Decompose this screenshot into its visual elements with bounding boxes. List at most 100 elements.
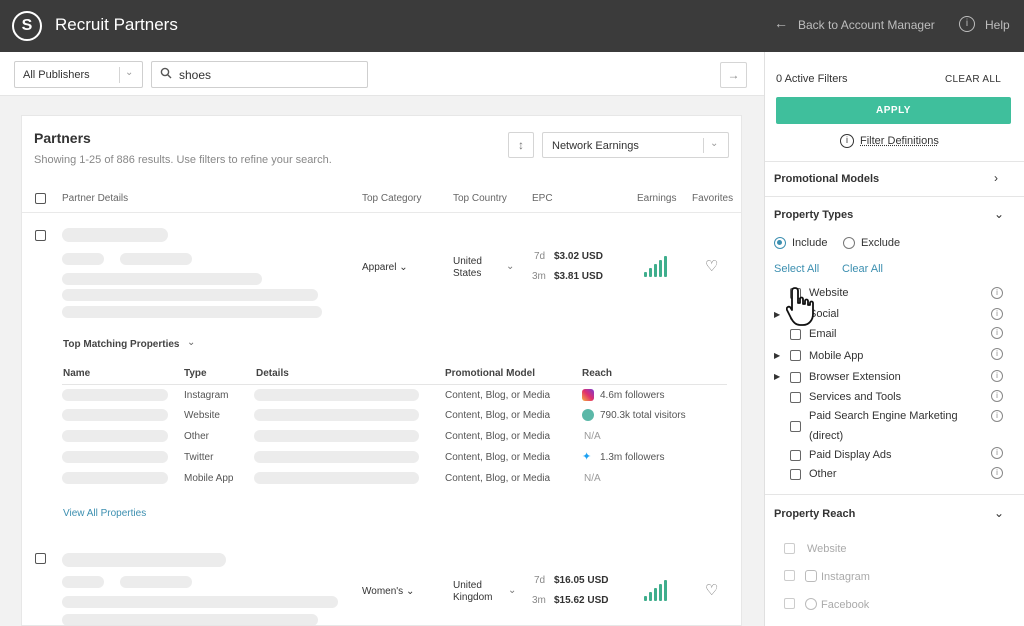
property-reach: N/A (584, 431, 601, 442)
include-radio[interactable] (774, 237, 786, 249)
info-icon[interactable]: i (991, 370, 1003, 382)
info-icon[interactable]: i (991, 327, 1003, 339)
top-category-value: Apparel (362, 262, 397, 273)
browser-extension-checkbox[interactable] (790, 372, 801, 383)
partner-meta-placeholder (62, 253, 104, 265)
col-top-category[interactable]: Top Category (362, 193, 421, 204)
info-icon[interactable]: i (991, 447, 1003, 459)
reach-label: Instagram (821, 571, 870, 583)
info-icon[interactable]: i (991, 467, 1003, 479)
filter-definitions-link[interactable]: Filter Definitions (860, 135, 939, 147)
favorite-heart-icon[interactable]: ♡ (705, 257, 718, 275)
col-top-country[interactable]: Top Country (453, 193, 507, 204)
property-reach-section[interactable]: Property Reach (774, 508, 855, 520)
top-category[interactable]: Women's ⌄ (362, 586, 414, 597)
reach-instagram-checkbox[interactable] (784, 570, 795, 581)
search-input[interactable] (179, 66, 359, 84)
info-icon[interactable]: i (991, 410, 1003, 422)
include-label: Include (792, 237, 828, 249)
earnings-bars-icon (644, 255, 674, 277)
chevron-down-icon: ⌄ (710, 138, 719, 149)
view-all-properties-link[interactable]: View All Properties (63, 508, 146, 519)
info-icon[interactable]: i (991, 287, 1003, 299)
select-divider (703, 138, 704, 153)
property-type-label: Other (809, 468, 837, 480)
section-divider (765, 161, 1024, 162)
reach-facebook-checkbox[interactable] (784, 598, 795, 609)
property-details-placeholder (254, 409, 419, 421)
clear-all-link[interactable]: Clear All (842, 263, 883, 275)
help-icon[interactable]: i (959, 16, 975, 32)
property-details-placeholder (254, 389, 419, 401)
search-go-button[interactable]: → (720, 62, 747, 88)
epc-7d-value: $3.02 USD (554, 251, 603, 262)
subcol-name: Name (63, 368, 91, 379)
results-summary: Showing 1-25 of 886 results. Use filters… (34, 154, 332, 166)
col-earnings[interactable]: Earnings (637, 193, 676, 204)
top-matching-title[interactable]: Top Matching Properties (63, 339, 180, 350)
active-filters-count: 0 Active Filters (776, 73, 848, 85)
top-category[interactable]: Apparel ⌄ (362, 262, 408, 273)
expand-arrow-icon[interactable]: ▶ (774, 351, 780, 360)
property-name-placeholder (62, 389, 168, 401)
other-checkbox[interactable] (790, 469, 801, 480)
property-types-section[interactable]: Property Types (774, 209, 853, 221)
back-to-account-manager-link[interactable]: Back to Account Manager (798, 18, 935, 32)
logo-icon: S (12, 11, 42, 41)
services-tools-checkbox[interactable] (790, 392, 801, 403)
expand-arrow-icon[interactable]: ▶ (774, 310, 780, 319)
reach-website-checkbox[interactable] (784, 543, 795, 554)
paid-display-checkbox[interactable] (790, 450, 801, 461)
info-icon[interactable]: i (991, 308, 1003, 320)
chevron-down-icon[interactable]: ⌄ (994, 207, 1004, 221)
subheader-divider (62, 384, 727, 385)
paid-search-checkbox[interactable] (790, 421, 801, 432)
earnings-bars-icon (644, 579, 674, 601)
select-divider (119, 67, 120, 83)
property-type: Other (184, 431, 210, 442)
subcol-reach: Reach (582, 368, 613, 379)
col-epc[interactable]: EPC (532, 193, 553, 204)
chevron-down-icon[interactable]: ⌄ (187, 337, 195, 348)
info-icon[interactable]: i (991, 348, 1003, 360)
info-icon[interactable]: i (991, 390, 1003, 402)
col-partner-details[interactable]: Partner Details (62, 193, 128, 204)
promotional-models-section[interactable]: Promotional Models (774, 173, 879, 185)
property-model: Content, Blog, or Media (445, 410, 551, 421)
search-box[interactable] (151, 61, 368, 88)
subcol-type: Type (184, 368, 207, 379)
chevron-down-icon[interactable]: ⌄ (506, 261, 514, 272)
property-model: Content, Blog, or Media (445, 390, 551, 401)
apply-button[interactable]: APPLY (776, 97, 1011, 124)
favorite-heart-icon[interactable]: ♡ (705, 581, 718, 599)
partner-meta-placeholder (120, 253, 192, 265)
clear-all-filters-button[interactable]: CLEAR ALL (945, 74, 1001, 85)
exclude-radio[interactable] (843, 237, 855, 249)
instagram-icon (805, 570, 817, 582)
chevron-down-icon[interactable]: ⌄ (508, 585, 516, 596)
partner-meta-placeholder (120, 576, 192, 588)
instagram-icon (582, 389, 594, 401)
arrow-left-icon[interactable]: ← (774, 15, 788, 31)
row-checkbox[interactable] (35, 553, 46, 564)
help-link[interactable]: Help (985, 18, 1010, 32)
select-all-checkbox[interactable] (35, 193, 46, 204)
sort-direction-icon[interactable]: ↕ (508, 132, 534, 158)
email-checkbox[interactable] (790, 329, 801, 340)
exclude-label: Exclude (861, 237, 901, 249)
epc-7d-label: 7d (534, 575, 546, 586)
sort-select[interactable]: Network Earnings ⌄ (542, 132, 729, 158)
epc-7d-value: $16.05 USD (554, 575, 609, 586)
expand-arrow-icon[interactable]: ▶ (774, 372, 780, 381)
top-category-value: Women's (362, 586, 404, 597)
publisher-filter-select[interactable]: All Publishers ⌄ (14, 61, 143, 88)
select-all-link[interactable]: Select All (774, 263, 819, 275)
property-type-label: (direct) (809, 430, 844, 442)
mobile-app-checkbox[interactable] (790, 350, 801, 361)
row-checkbox[interactable] (35, 230, 46, 241)
chevron-down-icon[interactable]: ⌄ (994, 506, 1004, 520)
col-favorites[interactable]: Favorites (692, 193, 733, 204)
partner-name-placeholder (62, 228, 168, 242)
property-name-placeholder (62, 409, 168, 421)
chevron-right-icon[interactable]: › (994, 171, 998, 185)
